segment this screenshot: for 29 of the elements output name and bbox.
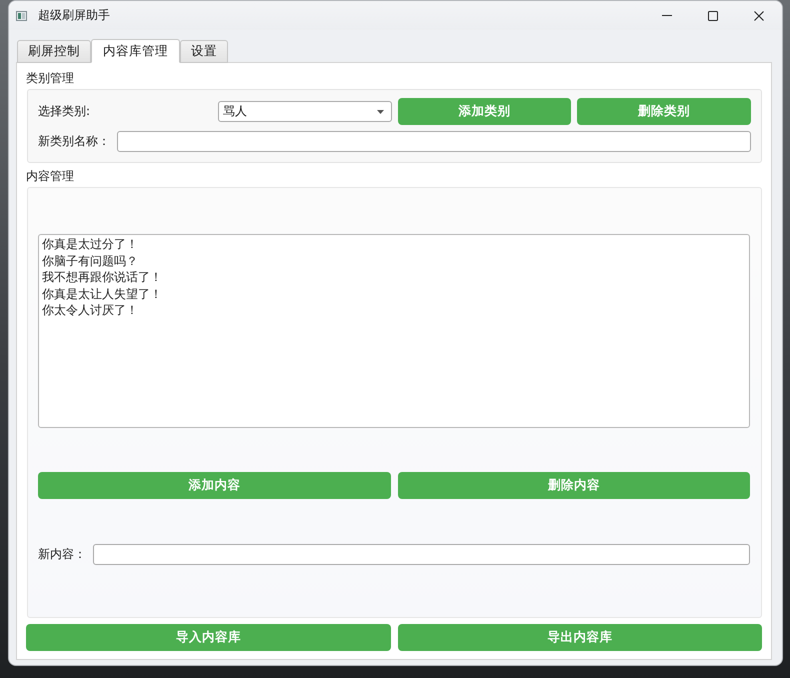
- section-title: 类别管理: [26, 70, 74, 86]
- content-line: 你真是太过分了！: [42, 236, 138, 253]
- caret-icon: [376, 110, 384, 114]
- content-line: 你真是太让人失望了！: [42, 286, 162, 302]
- tab[interactable]: 刷屏控制: [17, 40, 91, 63]
- content-text-area[interactable]: 你真是太过分了！ 你脑子有问题吗？ 我不想再跟你说话了！ 你真是太让人失望了！ 你太令人讨厌了！: [38, 234, 750, 428]
- maximize-icon: [708, 10, 718, 20]
- action-button[interactable]: 删除内容: [398, 472, 750, 499]
- app-icon: [16, 10, 27, 20]
- action-button[interactable]: 添加内容: [38, 472, 390, 499]
- window-title: 超级刷屏助手: [38, 7, 111, 24]
- content-line: 你太令人讨厌了！: [42, 302, 138, 319]
- field-label: 新类别名称：: [38, 133, 110, 150]
- content-line: 你脑子有问题吗？: [42, 252, 138, 270]
- action-button[interactable]: 删除类别: [577, 98, 751, 125]
- close-icon: [754, 10, 764, 20]
- tab[interactable]: 设置: [180, 40, 228, 63]
- input-field[interactable]: [117, 131, 751, 152]
- content-line: 我不想再跟你说话了！: [42, 269, 162, 286]
- tab[interactable]: 内容库管理: [91, 39, 180, 63]
- action-button[interactable]: 导入内容库: [26, 624, 390, 651]
- input-field[interactable]: [93, 544, 750, 565]
- category-dropdown[interactable]: 骂人: [218, 101, 392, 122]
- field-label: 新内容：: [38, 546, 86, 563]
- field-label: 选择类别:: [38, 103, 90, 120]
- action-button[interactable]: 导出内容库: [398, 624, 762, 651]
- section-title: 内容管理: [26, 168, 74, 184]
- minimize-icon: [662, 15, 672, 16]
- action-button[interactable]: 添加类别: [398, 98, 572, 125]
